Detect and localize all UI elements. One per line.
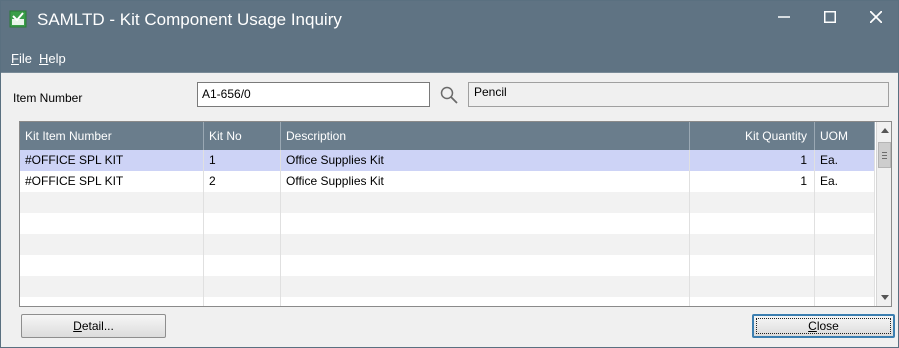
maximize-button[interactable] [807, 1, 853, 31]
cell-uom: Ea. [815, 150, 875, 171]
column-header-description[interactable]: Description [281, 122, 690, 150]
close-window-button[interactable] [853, 1, 899, 31]
column-header-uom[interactable]: UOM [815, 122, 875, 150]
focus-ring [756, 318, 891, 334]
menu-file[interactable]: File [11, 51, 32, 66]
cell-kit-item-number: #OFFICE SPL KIT [20, 150, 204, 171]
kit-usage-grid: Kit Item Number Kit No Description Kit Q… [19, 121, 892, 307]
column-header-kit-no[interactable]: Kit No [204, 122, 281, 150]
minimize-button[interactable] [761, 1, 807, 31]
scroll-down-icon[interactable] [877, 289, 892, 306]
empty-row [20, 234, 875, 255]
app-icon [9, 10, 27, 28]
cell-description: Office Supplies Kit [281, 150, 690, 171]
grid-header: Kit Item Number Kit No Description Kit Q… [20, 122, 875, 150]
empty-row [20, 213, 875, 234]
empty-row [20, 255, 875, 276]
cell-kit-no: 2 [204, 171, 281, 192]
detail-button[interactable]: Detail... [21, 314, 166, 338]
cell-description: Office Supplies Kit [281, 171, 690, 192]
column-header-kit-quantity[interactable]: Kit Quantity [690, 122, 815, 150]
maximize-icon [824, 11, 836, 23]
column-header-kit-item-number[interactable]: Kit Item Number [20, 122, 204, 150]
table-row[interactable]: #OFFICE SPL KIT 1 Office Supplies Kit 1 … [20, 150, 875, 171]
cell-kit-quantity: 1 [690, 171, 815, 192]
item-description-field: Pencil [468, 82, 889, 107]
empty-row [20, 297, 875, 306]
empty-row [20, 192, 875, 213]
scroll-thumb[interactable] [878, 142, 891, 168]
menu-help[interactable]: Help [39, 51, 66, 66]
table-row[interactable]: #OFFICE SPL KIT 2 Office Supplies Kit 1 … [20, 171, 875, 192]
window-title: SAMLTD - Kit Component Usage Inquiry [37, 10, 342, 29]
close-button[interactable]: Close [752, 314, 895, 338]
scroll-up-icon[interactable] [877, 122, 892, 139]
menu-bar: File Help [1, 45, 898, 73]
item-number-input[interactable]: A1-656/0 [197, 82, 430, 107]
cell-kit-item-number: #OFFICE SPL KIT [20, 171, 204, 192]
magnifier-icon[interactable] [439, 85, 459, 105]
main-window: SAMLTD - Kit Component Usage Inquiry Fil… [0, 0, 899, 348]
cell-kit-quantity: 1 [690, 150, 815, 171]
item-number-label: Item Number [13, 91, 83, 105]
close-icon [870, 11, 882, 23]
minimize-icon [778, 16, 790, 18]
empty-row [20, 276, 875, 297]
vertical-scrollbar[interactable] [876, 122, 892, 306]
title-bar[interactable]: SAMLTD - Kit Component Usage Inquiry [1, 1, 898, 45]
cell-uom: Ea. [815, 171, 875, 192]
cell-kit-no: 1 [204, 150, 281, 171]
